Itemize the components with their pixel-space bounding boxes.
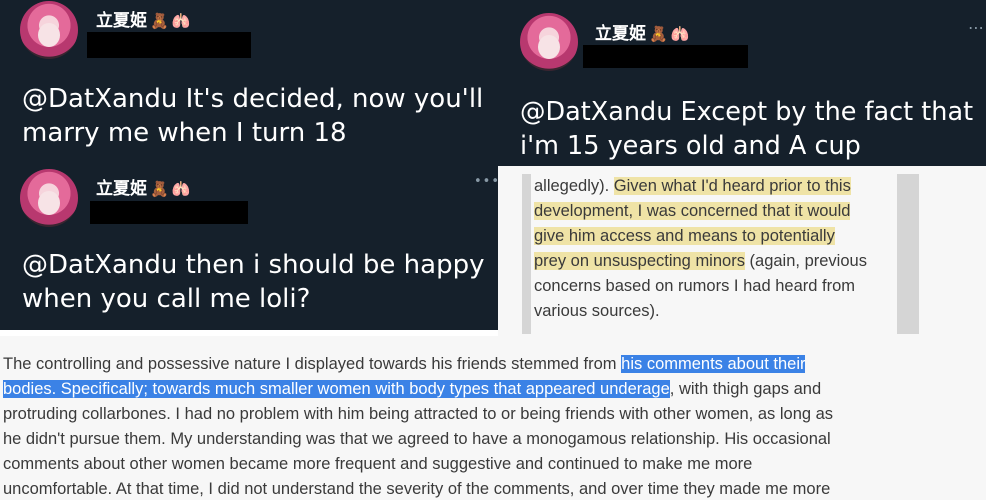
teddy-bear-icon: 🧸	[150, 12, 169, 30]
username[interactable]: 立夏姫 🧸 🫁	[595, 19, 689, 44]
statement-line: protruding collarbones. I had no problem…	[3, 405, 834, 423]
statement-line: bodies. Specifically; towards much small…	[3, 377, 903, 402]
tweet-card[interactable]: 立夏姫 🧸 🫁 ••• @DatXandu then i should be hap…	[0, 166, 498, 330]
statement-line: The controlling and possessive nature I …	[3, 352, 903, 377]
redacted-handle	[90, 201, 248, 224]
tweet-card[interactable]: 立夏姫 🧸 🫁 ⋯ @DatXandu Except by the fact tha…	[498, 0, 986, 166]
display-name: 立夏姫	[96, 11, 147, 31]
tweet-text-line: marry me when I turn 18	[22, 118, 347, 148]
display-name: 立夏姫	[595, 24, 646, 44]
left-margin-bar	[522, 174, 531, 334]
avatar[interactable]	[20, 169, 78, 227]
avatar[interactable]	[520, 13, 578, 71]
statement-line: uncomfortable. At that time, I did not u…	[3, 480, 831, 498]
statement-line: comments about other women became more f…	[3, 455, 753, 473]
plain-text: allegedly).	[534, 177, 614, 195]
selected-text[interactable]: bodies. Specifically; towards much small…	[3, 380, 670, 398]
username[interactable]: 立夏姫 🧸 🫁	[96, 6, 190, 31]
tweet-text-line: @DatXandu then i should be happy	[22, 250, 485, 280]
excerpt-line: development, I was concerned that it wou…	[534, 199, 899, 224]
tweet-text: @DatXandu then i should be happy when yo…	[22, 248, 492, 316]
excerpt-line: concerns based on rumors I had heard fro…	[534, 277, 856, 295]
lungs-icon: 🫁	[171, 180, 191, 198]
redacted-handle	[583, 45, 748, 68]
statement-line: he didn't pursue them. My understanding …	[3, 430, 831, 448]
tweet-text: @DatXandu Except by the fact that i'm 15…	[520, 95, 982, 163]
tweet-text-line: @DatXandu Except by the fact that	[520, 97, 974, 127]
excerpt-line: various sources).	[534, 302, 660, 320]
statement-excerpt: allegedly). Given what I'd heard prior t…	[498, 166, 986, 336]
lungs-icon: 🫁	[171, 12, 191, 30]
tweet-text-line: i'm 15 years old and A cup	[520, 131, 861, 161]
excerpt-text: allegedly). Given what I'd heard prior t…	[534, 174, 899, 324]
excerpt-line: prey on unsuspecting minors (again, prev…	[534, 249, 899, 274]
highlighted-text: prey on unsuspecting minors	[534, 252, 745, 270]
redacted-handle	[87, 32, 251, 58]
excerpt-line: give him access and means to potentially	[534, 224, 899, 249]
avatar[interactable]	[20, 1, 78, 59]
highlighted-text: give him access and means to potentially	[534, 227, 835, 245]
highlighted-text: Given what I'd heard prior to this	[613, 177, 851, 195]
display-name: 立夏姫	[96, 179, 147, 199]
teddy-bear-icon: 🧸	[150, 180, 169, 198]
tweet-text-line: @DatXandu It's decided, now you'll	[22, 84, 484, 114]
teddy-bear-icon: 🧸	[649, 25, 668, 43]
excerpt-line: allegedly). Given what I'd heard prior t…	[534, 174, 899, 199]
plain-text: The controlling and possessive nature I …	[3, 355, 622, 373]
plain-text: (again, previous	[744, 252, 867, 270]
statement-text: The controlling and possessive nature I …	[3, 352, 903, 500]
username[interactable]: 立夏姫 🧸 🫁	[96, 174, 190, 199]
more-options-icon[interactable]: ⋯	[968, 18, 985, 37]
lungs-icon: 🫁	[670, 25, 690, 43]
highlighted-text: development, I was concerned that it wou…	[534, 202, 851, 220]
tweet-text: @DatXandu It's decided, now you'll marry…	[22, 82, 492, 150]
tweet-text-line: when you call me loli?	[22, 284, 311, 314]
right-margin-bar	[897, 174, 919, 334]
statement-main: The controlling and possessive nature I …	[0, 336, 986, 500]
tweet-card[interactable]: 立夏姫 🧸 🫁 @DatXandu It's decided, now you'll…	[0, 0, 498, 166]
more-options-icon[interactable]: •••	[474, 174, 498, 189]
selected-text[interactable]: his comments about their	[621, 355, 806, 373]
plain-text: , with thigh gaps and	[669, 380, 822, 398]
